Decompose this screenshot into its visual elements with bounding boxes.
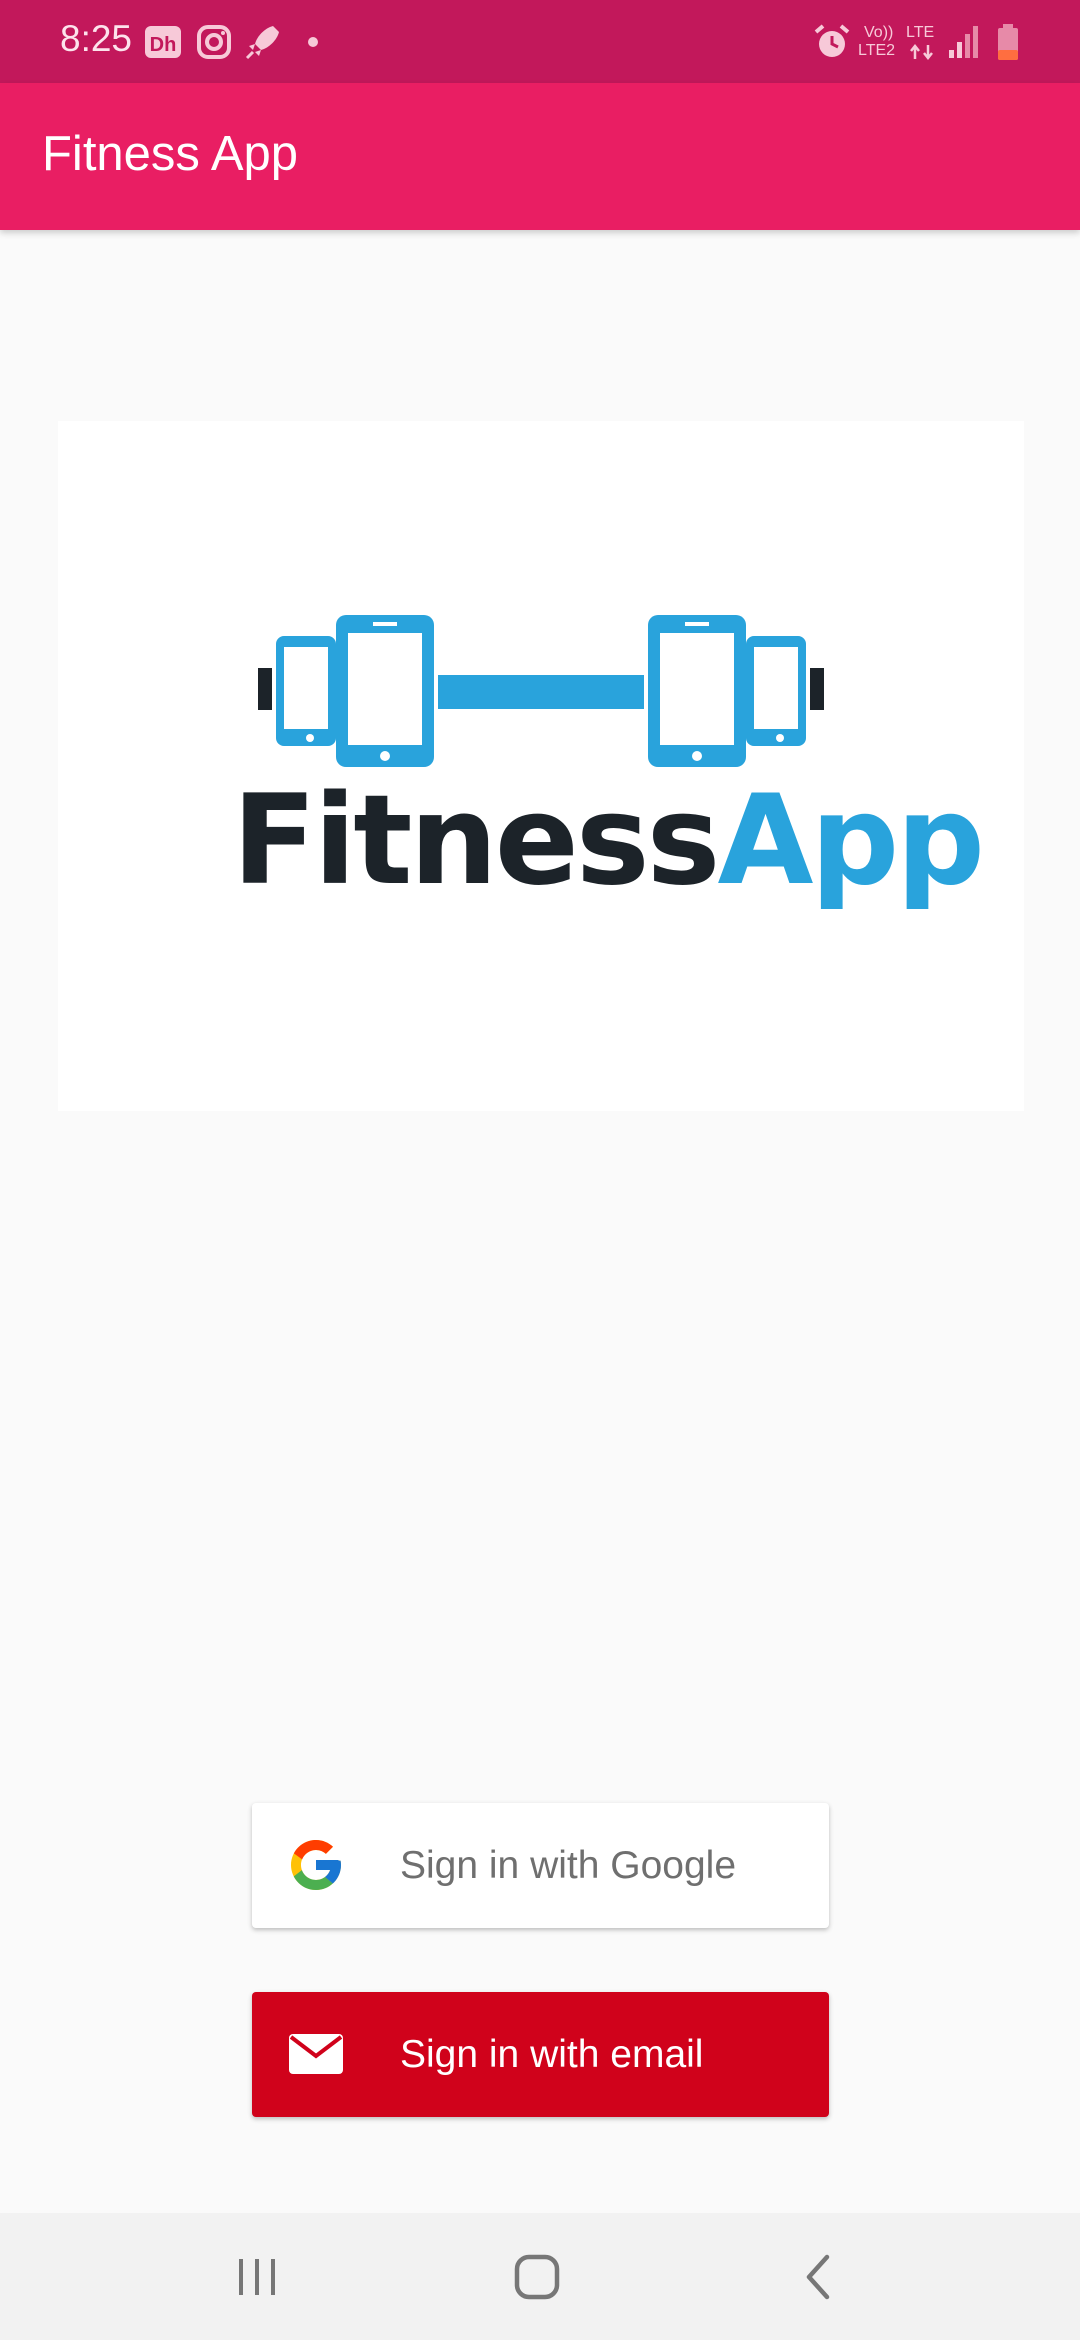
battery-low-icon [996, 22, 1020, 67]
envelope-icon [286, 2024, 346, 2084]
alarm-icon [812, 22, 852, 67]
google-g-icon [286, 1835, 346, 1895]
sign-in-email-button[interactable]: Sign in with email [252, 1992, 829, 2117]
signal-icon [947, 22, 981, 67]
sign-in-google-button[interactable]: Sign in with Google [252, 1803, 829, 1928]
lte-text: LTE [906, 24, 935, 41]
screen: 8:25 Dh Vo)) LTE2 LTE Fitness App Fitnes… [0, 0, 1080, 2340]
app-bar: Fitness App [0, 83, 1080, 230]
app-logo: FitnessApp [58, 421, 1024, 1111]
status-time: 8:25 [60, 18, 133, 59]
dot-icon [303, 22, 343, 62]
recent-apps-icon [239, 2258, 275, 2295]
back-icon [806, 2254, 830, 2299]
instagram-icon [194, 22, 234, 62]
recent-apps-button[interactable] [177, 2213, 337, 2340]
disney-hotstar-icon: Dh [143, 22, 183, 62]
home-icon [514, 2254, 560, 2299]
logo-word-app: App [717, 769, 984, 913]
lte2-text: LTE2 [858, 42, 896, 59]
volte-text: Vo)) [864, 24, 894, 41]
logo-word-fitness: Fitness [232, 769, 720, 913]
system-nav-bar [0, 2213, 1080, 2340]
svg-text:Dh: Dh [150, 34, 177, 56]
app-title: Fitness App [42, 127, 299, 181]
back-button[interactable] [738, 2213, 898, 2340]
rocket-icon [243, 22, 283, 62]
volte-lte2-icon: Vo)) LTE2 [858, 24, 906, 64]
lte-data-icon: LTE [906, 24, 942, 64]
email-button-label: Sign in with email [400, 2033, 704, 2076]
status-bar: 8:25 Dh Vo)) LTE2 LTE [0, 0, 1080, 83]
google-button-label: Sign in with Google [400, 1844, 737, 1887]
logo-wordmark: FitnessApp [232, 779, 985, 903]
dumbbell-phones-icon [258, 615, 824, 767]
home-button[interactable] [457, 2213, 617, 2340]
